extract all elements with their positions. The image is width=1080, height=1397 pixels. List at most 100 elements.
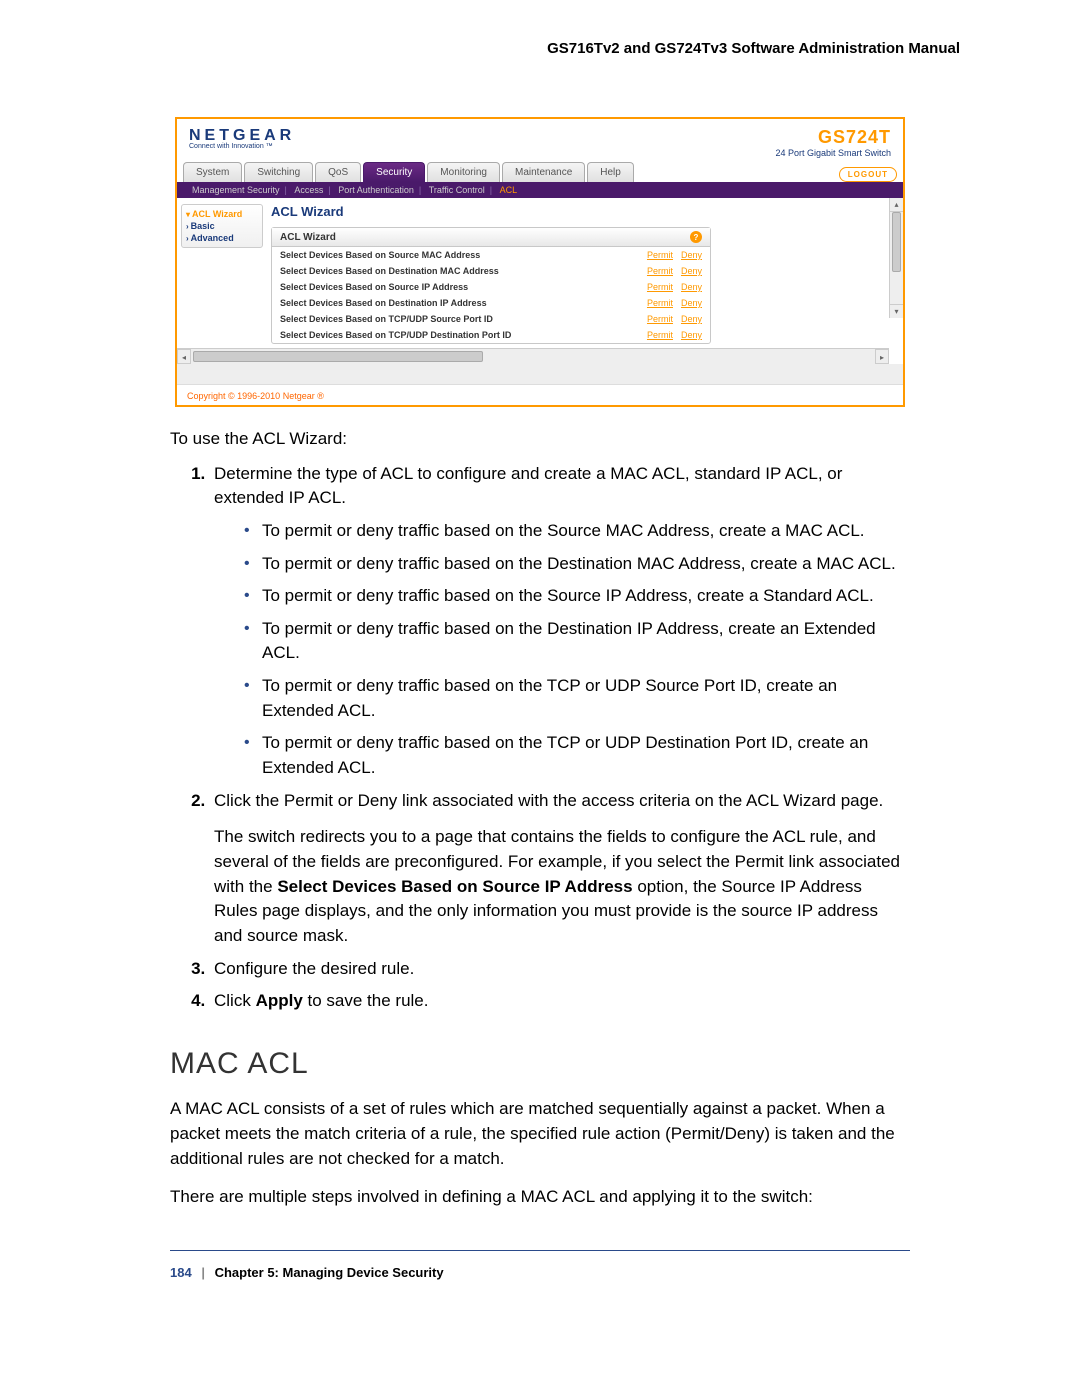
deny-link[interactable]: Deny (681, 282, 702, 292)
macacl-p1: A MAC ACL consists of a set of rules whi… (170, 1097, 910, 1171)
scroll-right-icon[interactable]: ▸ (875, 349, 889, 364)
horizontal-scrollbar[interactable]: ◂ ▸ (177, 348, 889, 364)
sub-bullets: To permit or deny traffic based on the S… (214, 519, 910, 781)
step-2: Click the Permit or Deny link associated… (210, 789, 910, 949)
macacl-p2: There are multiple steps involved in def… (170, 1185, 910, 1210)
permit-link[interactable]: Permit (647, 250, 673, 260)
wizard-header-label: ACL Wizard (280, 232, 336, 243)
bullet-item: To permit or deny traffic based on the T… (244, 674, 910, 723)
footer-rule (170, 1250, 910, 1251)
sub-nav: Management Security| Access| Port Authen… (177, 182, 903, 198)
bullet-item: To permit or deny traffic based on the D… (244, 617, 910, 666)
router-ui-screenshot: NETGEAR Connect with Innovation ™ GS724T… (175, 117, 905, 407)
sidebar-box: ▾ACL Wizard ›Basic ›Advanced (181, 204, 263, 248)
deny-link[interactable]: Deny (681, 314, 702, 324)
document-body: To use the ACL Wizard: Determine the typ… (170, 427, 910, 1210)
deny-link[interactable]: Deny (681, 266, 702, 276)
logout-button[interactable]: LOGOUT (839, 167, 897, 182)
permit-link[interactable]: Permit (647, 330, 673, 340)
subnav-traffic-control[interactable]: Traffic Control (429, 185, 485, 195)
vertical-scrollbar[interactable]: ▴ ▾ (889, 198, 903, 318)
tab-security[interactable]: Security (363, 162, 425, 182)
steps-list: Determine the type of ACL to configure a… (190, 462, 910, 1014)
page-footer: 184 | Chapter 5: Managing Device Securit… (170, 1265, 910, 1280)
subnav-port-auth[interactable]: Port Authentication (338, 185, 414, 195)
panel-title: ACL Wizard (271, 204, 895, 219)
wizard-links: Permit Deny (639, 282, 702, 292)
step-4: Click Apply to save the rule. (210, 989, 910, 1014)
deny-link[interactable]: Deny (681, 298, 702, 308)
wizard-row: Select Devices Based on TCP/UDP Destinat… (272, 327, 710, 343)
product-block: GS724T 24 Port Gigabit Smart Switch (775, 127, 891, 158)
permit-link[interactable]: Permit (647, 266, 673, 276)
bullet-item: To permit or deny traffic based on the T… (244, 731, 910, 780)
wizard-links: Permit Deny (639, 314, 702, 324)
help-icon[interactable]: ? (690, 231, 702, 243)
tab-switching[interactable]: Switching (244, 162, 313, 182)
sidebar-basic[interactable]: ›Basic (186, 220, 258, 232)
scroll-track[interactable] (890, 212, 903, 304)
tab-system[interactable]: System (183, 162, 242, 182)
acl-wizard-box: ACL Wizard ? Select Devices Based on Sou… (271, 227, 711, 344)
product-subtitle: 24 Port Gigabit Smart Switch (775, 148, 891, 158)
permit-link[interactable]: Permit (647, 298, 673, 308)
intro-text: To use the ACL Wizard: (170, 427, 910, 452)
step-2-para: The switch redirects you to a page that … (214, 825, 910, 948)
wizard-row: Select Devices Based on Destination MAC … (272, 263, 710, 279)
brand-block: NETGEAR Connect with Innovation ™ (189, 127, 295, 150)
scroll-left-icon[interactable]: ◂ (177, 349, 191, 364)
bullet-item: To permit or deny traffic based on the S… (244, 584, 910, 609)
footer-sep: | (201, 1265, 205, 1280)
main-panel: ACL Wizard ACL Wizard ? Select Devices B… (267, 198, 903, 348)
product-code: GS724T (775, 127, 891, 148)
arrow-icon: › (186, 222, 189, 231)
subnav-access[interactable]: Access (294, 185, 323, 195)
main-tabs: System Switching QoS Security Monitoring… (177, 162, 903, 182)
wizard-label: Select Devices Based on TCP/UDP Source P… (280, 314, 493, 324)
wizard-links: Permit Deny (639, 330, 702, 340)
scroll-up-icon[interactable]: ▴ (890, 198, 903, 212)
section-heading: MAC ACL (170, 1042, 910, 1086)
spacer (177, 364, 903, 384)
wizard-label: Select Devices Based on Destination MAC … (280, 266, 499, 276)
page-number: 184 (170, 1265, 192, 1280)
wizard-row: Select Devices Based on Destination IP A… (272, 295, 710, 311)
chapter-label: Chapter 5: Managing Device Security (215, 1265, 444, 1280)
tab-help[interactable]: Help (587, 162, 634, 182)
sidebar-acl-wizard[interactable]: ▾ACL Wizard (186, 208, 258, 220)
arrow-icon: ▾ (186, 210, 190, 219)
bullet-item: To permit or deny traffic based on the D… (244, 552, 910, 577)
wizard-label: Select Devices Based on Destination IP A… (280, 298, 487, 308)
deny-link[interactable]: Deny (681, 250, 702, 260)
wizard-label: Select Devices Based on Source MAC Addre… (280, 250, 480, 260)
sidebar: ▾ACL Wizard ›Basic ›Advanced (177, 198, 267, 348)
tab-qos[interactable]: QoS (315, 162, 361, 182)
scroll-thumb[interactable] (892, 212, 901, 272)
tab-maintenance[interactable]: Maintenance (502, 162, 585, 182)
tab-monitoring[interactable]: Monitoring (427, 162, 500, 182)
content-area: ▾ACL Wizard ›Basic ›Advanced ACL Wizard … (177, 198, 903, 348)
hscroll-thumb[interactable] (193, 351, 483, 362)
wizard-links: Permit Deny (639, 266, 702, 276)
permit-link[interactable]: Permit (647, 314, 673, 324)
wizard-row: Select Devices Based on TCP/UDP Source P… (272, 311, 710, 327)
deny-link[interactable]: Deny (681, 330, 702, 340)
scroll-down-icon[interactable]: ▾ (890, 304, 903, 318)
step-1: Determine the type of ACL to configure a… (210, 462, 910, 781)
subnav-acl[interactable]: ACL (500, 185, 518, 195)
copyright: Copyright © 1996-2010 Netgear ® (177, 384, 903, 405)
page-header: GS716Tv2 and GS724Tv3 Software Administr… (0, 40, 1080, 87)
logo-bar: NETGEAR Connect with Innovation ™ GS724T… (177, 119, 903, 162)
wizard-row: Select Devices Based on Source IP Addres… (272, 279, 710, 295)
wizard-links: Permit Deny (639, 298, 702, 308)
sidebar-advanced[interactable]: ›Advanced (186, 232, 258, 244)
wizard-label: Select Devices Based on TCP/UDP Destinat… (280, 330, 511, 340)
wizard-row: Select Devices Based on Source MAC Addre… (272, 247, 710, 263)
permit-link[interactable]: Permit (647, 282, 673, 292)
wizard-header: ACL Wizard ? (272, 228, 710, 247)
arrow-icon: › (186, 234, 189, 243)
step-3: Configure the desired rule. (210, 957, 910, 982)
wizard-label: Select Devices Based on Source IP Addres… (280, 282, 468, 292)
subnav-management-security[interactable]: Management Security (192, 185, 280, 195)
bullet-item: To permit or deny traffic based on the S… (244, 519, 910, 544)
